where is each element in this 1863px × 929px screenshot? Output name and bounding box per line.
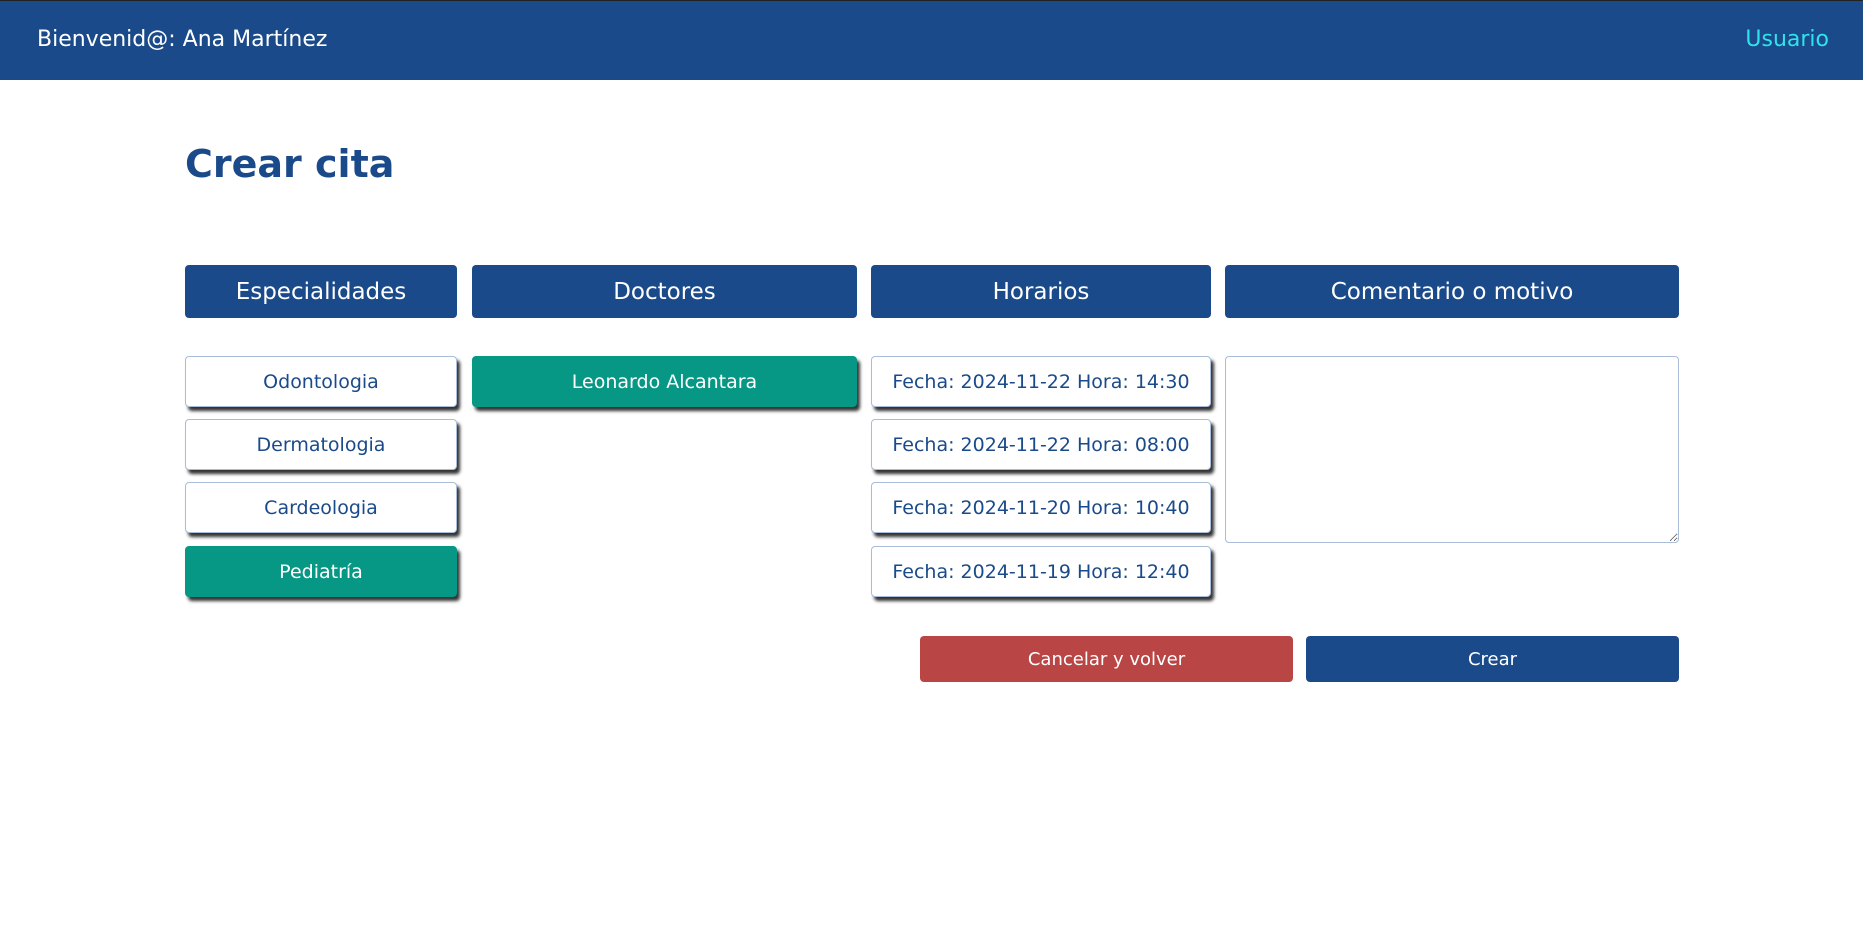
comentario-header: Comentario o motivo xyxy=(1225,265,1679,318)
schedule-option[interactable]: Fecha: 2024-11-22 Hora: 08:00 xyxy=(871,419,1211,470)
schedule-option[interactable]: Fecha: 2024-11-20 Hora: 10:40 xyxy=(871,482,1211,533)
create-button[interactable]: Crear xyxy=(1306,636,1679,682)
especialidades-header: Especialidades xyxy=(185,265,457,318)
user-menu-link[interactable]: Usuario xyxy=(1745,27,1829,52)
specialty-option-cardeologia[interactable]: Cardeologia xyxy=(185,482,457,533)
page-title: Crear cita xyxy=(185,142,395,186)
specialty-option-odontologia[interactable]: Odontologia xyxy=(185,356,457,407)
specialty-option-dermatologia[interactable]: Dermatologia xyxy=(185,419,457,470)
specialty-option-pediatria[interactable]: Pediatría xyxy=(185,546,457,597)
schedule-option[interactable]: Fecha: 2024-11-22 Hora: 14:30 xyxy=(871,356,1211,407)
top-navbar: Bienvenid@: Ana Martínez Usuario xyxy=(0,0,1863,80)
welcome-text: Bienvenid@: Ana Martínez xyxy=(37,27,328,52)
horarios-header: Horarios xyxy=(871,265,1211,318)
doctores-header: Doctores xyxy=(472,265,857,318)
comment-textarea[interactable] xyxy=(1225,356,1679,543)
schedule-option[interactable]: Fecha: 2024-11-19 Hora: 12:40 xyxy=(871,546,1211,597)
cancel-button[interactable]: Cancelar y volver xyxy=(920,636,1293,682)
doctor-option[interactable]: Leonardo Alcantara xyxy=(472,356,857,407)
